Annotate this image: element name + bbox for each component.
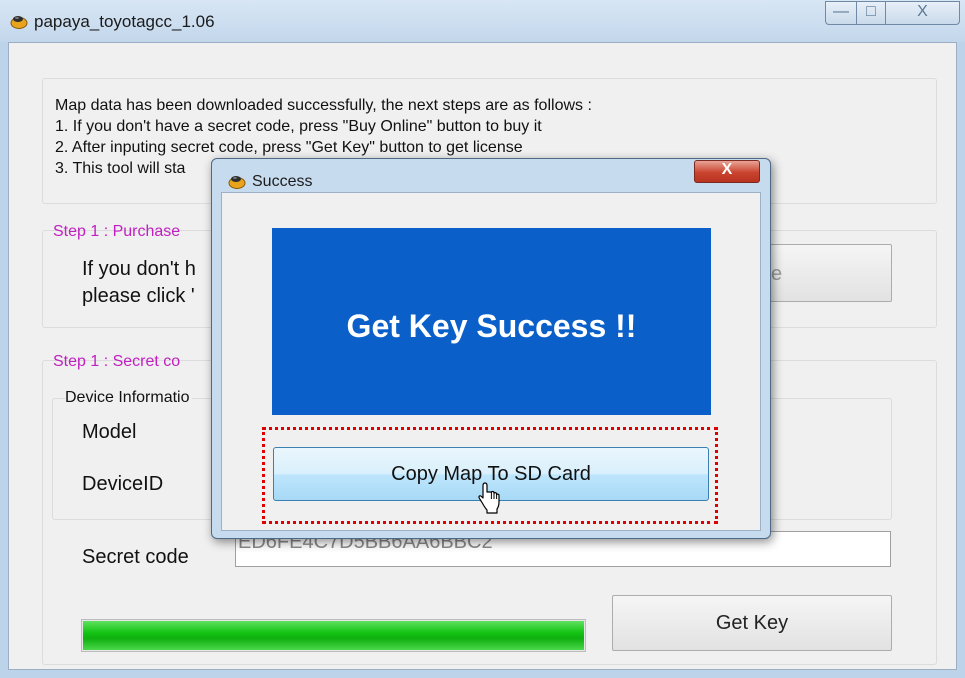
close-icon: X bbox=[917, 3, 928, 20]
close-button[interactable]: X bbox=[885, 1, 960, 25]
secret-code-label: Secret code bbox=[82, 546, 189, 568]
deviceid-label: DeviceID bbox=[82, 473, 164, 495]
dialog-title: Success bbox=[252, 173, 313, 190]
minimize-icon: — bbox=[833, 3, 849, 20]
purchase-text-line-2: please click ' bbox=[82, 285, 195, 307]
close-icon: X bbox=[721, 161, 733, 178]
intro-line-4: 3. This tool will sta bbox=[55, 160, 186, 177]
dialog-icon bbox=[228, 176, 246, 189]
hand-cursor-icon bbox=[478, 482, 500, 514]
dialog-close-button[interactable]: X bbox=[694, 160, 760, 183]
title-bar: papaya_toyotagcc_1.06 — □ X bbox=[0, 0, 965, 42]
device-info-label: Device Informatio bbox=[65, 389, 192, 407]
secret-step-label: Step 1 : Secret co bbox=[53, 353, 181, 370]
maximize-icon: □ bbox=[866, 3, 876, 20]
model-label: Model bbox=[82, 421, 137, 443]
progress-fill bbox=[83, 621, 584, 650]
intro-line-2: 1. If you don't have a secret code, pres… bbox=[55, 118, 542, 135]
window-title: papaya_toyotagcc_1.06 bbox=[34, 12, 215, 31]
progress-bar bbox=[81, 619, 586, 652]
success-message: Get Key Success !! bbox=[346, 308, 637, 344]
intro-line-3: 2. After inputing secret code, press "Ge… bbox=[55, 139, 523, 156]
success-panel: Get Key Success !! bbox=[272, 228, 711, 415]
get-key-button[interactable]: Get Key bbox=[612, 595, 892, 651]
purchase-step-label: Step 1 : Purchase bbox=[53, 223, 181, 240]
purchase-text-line-1: If you don't h bbox=[82, 258, 196, 280]
main-window: papaya_toyotagcc_1.06 — □ X Map data has… bbox=[0, 0, 965, 678]
minimize-button[interactable]: — bbox=[825, 1, 857, 25]
maximize-button[interactable]: □ bbox=[856, 1, 886, 25]
intro-line-1: Map data has been downloaded successfull… bbox=[55, 97, 592, 114]
app-icon bbox=[10, 16, 28, 29]
